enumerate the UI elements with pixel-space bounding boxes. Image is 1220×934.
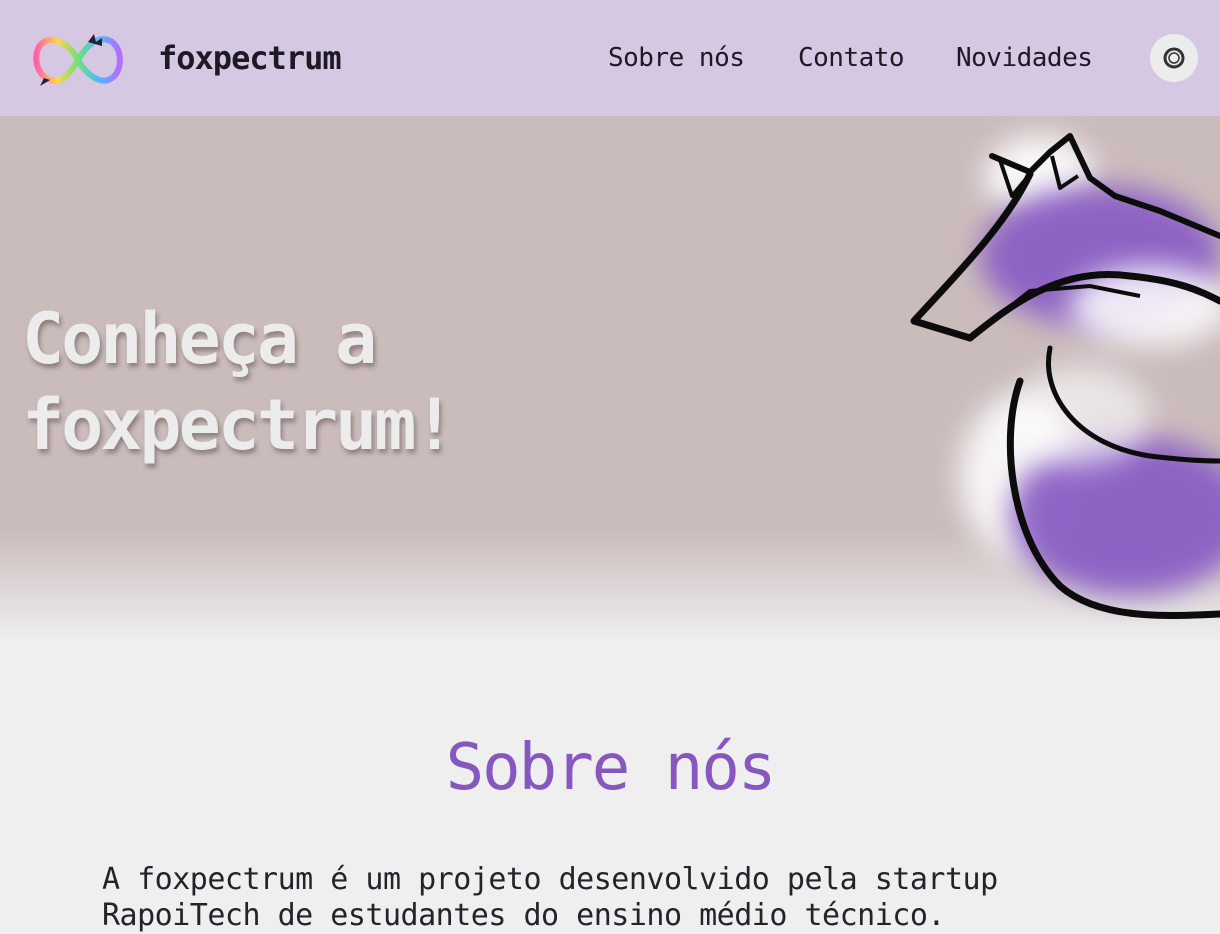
nav-link-novidades[interactable]: Novidades (956, 40, 1093, 76)
hero-title: Conheça a foxpectrum! (22, 296, 582, 468)
hero-title-line-2: foxpectrum! (22, 384, 456, 466)
theme-toggle-button[interactable] (1150, 34, 1198, 82)
about-section-text: A foxpectrum é um projeto desenvolvido p… (102, 862, 998, 933)
foxpectrum-logo-icon[interactable] (30, 30, 126, 90)
brand-name[interactable]: foxpectrum (158, 38, 342, 78)
hero-title-line-1: Conheça a (22, 298, 377, 380)
ring-icon (1163, 47, 1185, 69)
fox-illustration-icon (910, 133, 1220, 619)
nav-link-sobre-nos[interactable]: Sobre nós (608, 40, 745, 76)
nav-link-contato[interactable]: Contato (798, 40, 905, 76)
hero-banner: Conheça a foxpectrum! (0, 116, 1220, 642)
about-section-title: Sobre nós (445, 731, 777, 805)
site-header: foxpectrum Sobre nós Contato Novidades (0, 0, 1220, 116)
